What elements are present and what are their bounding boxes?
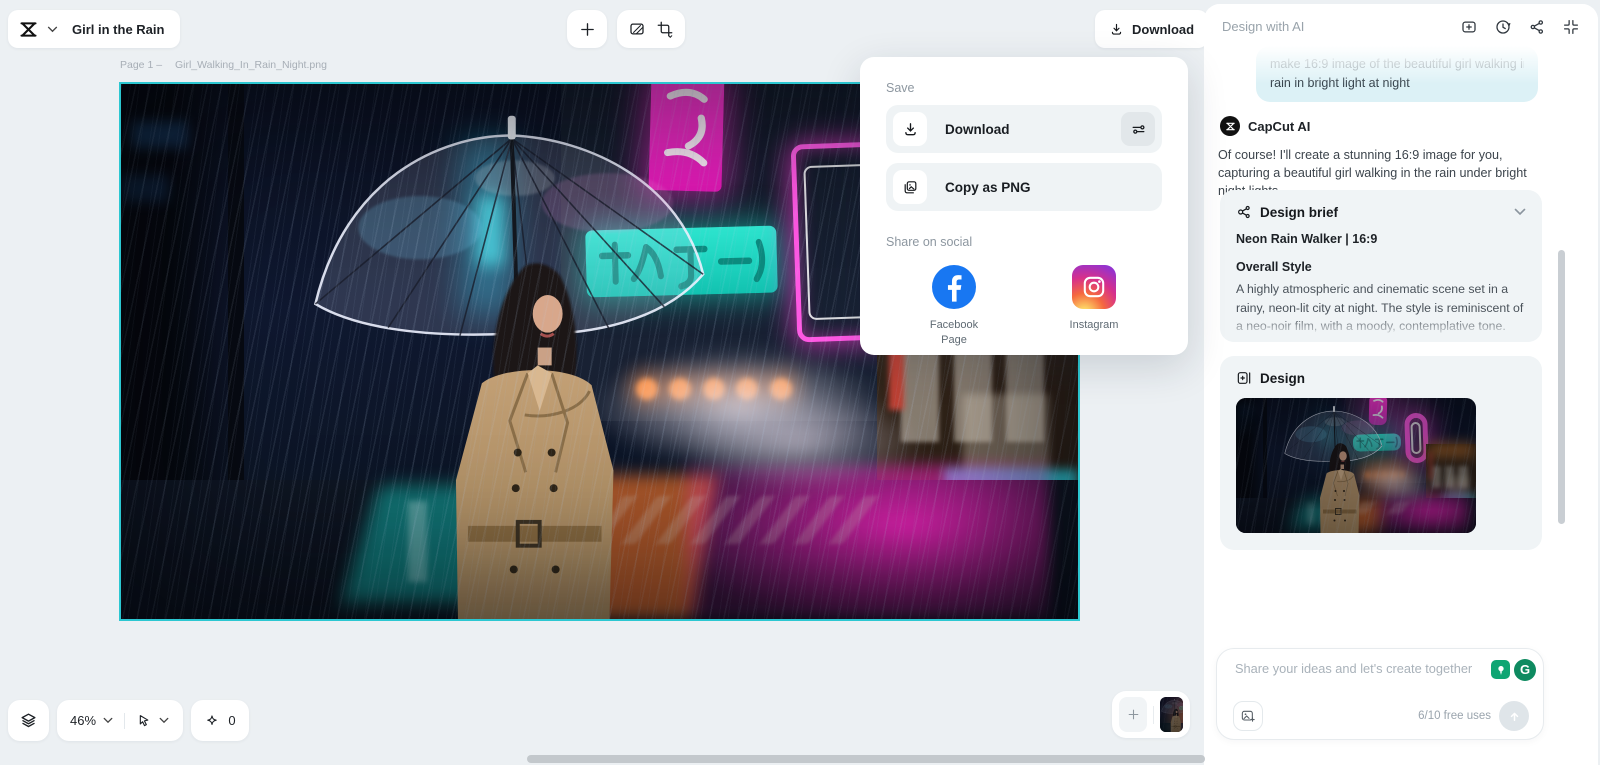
ai-name: CapCut AI	[1248, 119, 1310, 134]
page-file-name: Girl_Walking_In_Rain_Night.png	[175, 59, 327, 71]
design-icon	[1236, 370, 1252, 386]
panel-scrollbar[interactable]	[1558, 250, 1565, 524]
sliders-icon	[1130, 121, 1147, 138]
credits-count: 0	[228, 713, 235, 728]
add-page-button[interactable]	[1119, 697, 1147, 732]
copy-as-png-option[interactable]: Copy as PNG	[886, 163, 1162, 211]
page-number: Page 1 –	[120, 59, 162, 71]
design-with-ai-panel: make 16:9 image of the beautiful girl wa…	[1204, 4, 1598, 765]
sparkle-icon	[204, 713, 220, 729]
chevron-down-icon	[47, 26, 58, 33]
divider	[124, 713, 125, 729]
download-icon	[1109, 22, 1124, 37]
grammarly-icon[interactable]: G	[1514, 659, 1536, 681]
zoom-level[interactable]: 46%	[70, 713, 96, 728]
neon-rain-artwork	[1160, 697, 1183, 732]
share-instagram-button[interactable]: Instagram	[1050, 265, 1138, 348]
ideas-bulb-icon[interactable]	[1491, 660, 1510, 679]
cursor-tool-icon[interactable]	[136, 713, 152, 729]
download-button[interactable]: Download	[1095, 10, 1208, 48]
design-card: Design	[1220, 356, 1542, 550]
user-message-bubble: make 16:9 image of the beautiful girl wa…	[1256, 46, 1538, 102]
divider	[1153, 706, 1154, 724]
brief-fade	[1220, 316, 1542, 342]
brief-nodes-icon	[1236, 204, 1252, 220]
chevron-down-icon[interactable]	[159, 717, 169, 724]
facebook-label: FacebookPage	[930, 318, 978, 348]
design-brief-title: Design brief	[1260, 205, 1338, 220]
copy-as-png-label: Copy as PNG	[945, 180, 1031, 195]
share-facebook-button[interactable]: FacebookPage	[910, 265, 998, 348]
download-label: Download	[1132, 22, 1194, 37]
chevron-down-icon[interactable]	[103, 717, 113, 724]
capcut-logo-icon	[18, 19, 39, 40]
facebook-icon	[932, 265, 976, 309]
layers-icon	[19, 711, 38, 730]
project-title: Girl in the Rain	[72, 22, 164, 37]
history-icon[interactable]	[1494, 18, 1512, 36]
user-message-faded: make 16:9 image of the beautiful girl wa…	[1270, 55, 1524, 74]
design-thumbnail[interactable]	[1236, 398, 1476, 533]
add-element-button[interactable]	[567, 10, 607, 48]
page-thumbnail[interactable]	[1160, 697, 1183, 732]
free-uses-counter: 6/10 free uses	[1418, 710, 1491, 722]
design-card-title: Design	[1260, 371, 1305, 386]
user-message-text: rain in bright light at night	[1270, 74, 1524, 93]
panel-title: Design with AI	[1222, 19, 1304, 34]
brief-name: Neon Rain Walker | 16:9	[1236, 232, 1526, 246]
neon-rain-artwork	[1236, 398, 1476, 533]
project-switcher[interactable]: Girl in the Rain	[8, 10, 180, 48]
background-fill-icon[interactable]	[628, 20, 646, 38]
instagram-icon	[1072, 265, 1116, 309]
plus-icon	[579, 21, 596, 38]
crop-icon[interactable]	[656, 20, 674, 38]
add-image-icon[interactable]	[1233, 701, 1263, 731]
page-label: Page 1 – Girl_Walking_In_Rain_Night.png	[120, 59, 327, 71]
save-download-label: Download	[945, 122, 1010, 137]
send-button[interactable]	[1499, 701, 1529, 731]
save-menu: Save Download Copy as PNG Share on socia…	[860, 57, 1188, 355]
new-chat-icon[interactable]	[1460, 18, 1478, 36]
chat-input-card: G 6/10 free uses	[1216, 648, 1544, 740]
credits-button[interactable]: 0	[191, 700, 249, 741]
chevron-down-icon[interactable]	[1514, 208, 1526, 216]
collapse-panel-icon[interactable]	[1562, 18, 1580, 36]
capcut-ai-avatar	[1220, 116, 1240, 136]
save-menu-title: Save	[886, 81, 1162, 95]
chat-input[interactable]	[1235, 661, 1475, 676]
brief-section-title: Overall Style	[1236, 260, 1526, 274]
download-settings-button[interactable]	[1121, 112, 1155, 146]
save-download-option[interactable]: Download	[886, 105, 1162, 153]
pages-strip	[1112, 691, 1190, 738]
download-icon	[893, 112, 927, 146]
share-on-social-title: Share on social	[886, 235, 1162, 249]
view-controls: 46%	[57, 700, 183, 741]
layers-button[interactable]	[8, 700, 49, 741]
horizontal-scrollbar[interactable]	[527, 755, 1205, 763]
share-icon[interactable]	[1528, 18, 1546, 36]
copy-image-icon	[893, 170, 927, 204]
canvas-tools-group	[617, 10, 685, 48]
instagram-label: Instagram	[1070, 318, 1119, 333]
design-brief-card[interactable]: Design brief Neon Rain Walker | 16:9 Ove…	[1220, 190, 1542, 342]
